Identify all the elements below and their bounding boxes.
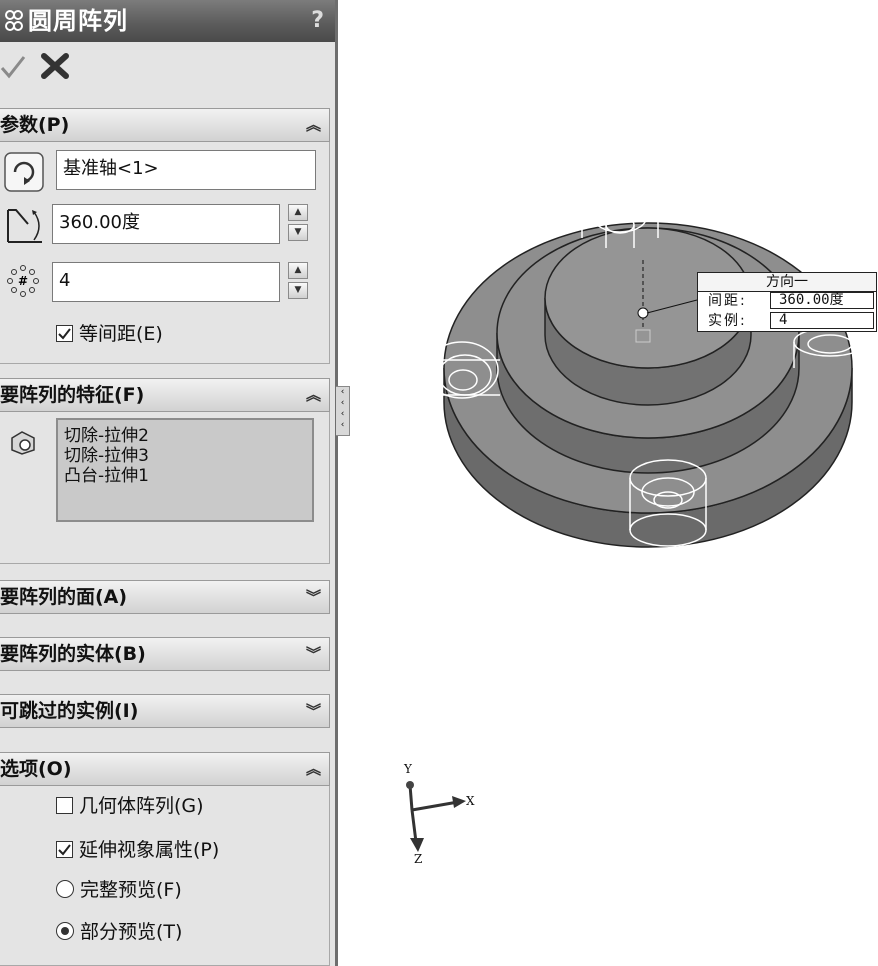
features-header[interactable]: 要阵列的特征(F) ︽ [0, 378, 330, 412]
expand-chevron-icon[interactable]: ︾ [306, 638, 321, 670]
collapse-chevron-icon[interactable]: ︽ [306, 109, 321, 141]
view-triad[interactable] [406, 781, 466, 852]
ok-cancel-bar [0, 44, 335, 94]
partial-preview-radio[interactable]: 部分预览(T) [56, 920, 182, 944]
rotate-axis-icon[interactable] [4, 152, 44, 192]
geometry-pattern-checkbox[interactable]: 几何体阵列(G) [56, 794, 204, 818]
list-item[interactable]: 切除-拉伸2 [64, 426, 312, 446]
callout-title: 方向一 [698, 273, 876, 292]
equal-spacing-box[interactable] [56, 325, 73, 342]
direction-callout[interactable]: 方向一 间距: 360.00度 实例: 4 [697, 272, 877, 332]
pattern-feature-icon [5, 10, 23, 31]
callout-spacing-row: 间距: 360.00度 [698, 292, 876, 311]
collapse-chevron-icon[interactable]: ︽ [306, 753, 321, 785]
callout-instances-row: 实例: 4 [698, 312, 876, 331]
parameters-body: 基准轴<1> 360.00度 ▲ ▼ # 4 ▲ ▼ 等间距(E) [0, 142, 330, 364]
title-bar: 圆周阵列 ? [0, 0, 335, 42]
skip-instances-header[interactable]: 可跳过的实例(I) ︾ [0, 694, 330, 728]
bodies-header[interactable]: 要阵列的实体(B) ︾ [0, 637, 330, 671]
expand-chevron-icon[interactable]: ︾ [306, 695, 321, 727]
options-header[interactable]: 选项(O) ︽ [0, 752, 330, 786]
page-title: 圆周阵列 [28, 7, 128, 35]
callout-spacing-value[interactable]: 360.00度 [770, 292, 874, 309]
faces-header[interactable]: 要阵列的面(A) ︾ [0, 580, 330, 614]
triad-x-label: X [466, 794, 475, 808]
list-item[interactable]: 切除-拉伸3 [64, 446, 312, 466]
graphics-viewport[interactable] [341, 0, 878, 966]
triad-z-label: Z [414, 852, 423, 866]
angle-icon [7, 209, 42, 243]
full-preview-radio[interactable]: 完整预览(F) [56, 878, 182, 902]
feature-list-icon [11, 431, 35, 455]
cancel-x-icon[interactable] [40, 52, 70, 80]
propagate-visual-checkbox[interactable]: 延伸视象属性(P) [56, 838, 219, 862]
instance-count-icon: # [7, 265, 39, 297]
parameters-header[interactable]: 参数(P) ︽ [0, 108, 330, 142]
count-spinner[interactable]: ▲ ▼ [288, 262, 310, 302]
ok-check-icon[interactable] [0, 54, 26, 80]
collapse-chevron-icon[interactable]: ︽ [306, 379, 321, 411]
callout-instances-value[interactable]: 4 [770, 312, 874, 329]
property-manager: 圆周阵列 ? 参数(P) ︽ 基准轴<1> 360.00度 ▲ ▼ # 4 ▲ … [0, 0, 338, 966]
expand-chevron-icon[interactable]: ︾ [306, 581, 321, 613]
svg-text:#: # [18, 274, 28, 288]
axis-field[interactable]: 基准轴<1> [56, 150, 316, 190]
angle-field[interactable]: 360.00度 [52, 204, 280, 244]
help-button[interactable]: ? [311, 0, 324, 42]
angle-spinner[interactable]: ▲ ▼ [288, 204, 310, 244]
options-body: 几何体阵列(G) 延伸视象属性(P) 完整预览(F) 部分预览(T) [0, 786, 330, 966]
list-item[interactable]: 凸台-拉伸1 [64, 466, 312, 486]
count-field[interactable]: 4 [52, 262, 280, 302]
features-list[interactable]: 切除-拉伸2 切除-拉伸3 凸台-拉伸1 [56, 418, 314, 522]
equal-spacing-checkbox[interactable]: 等间距(E) [56, 322, 163, 346]
triad-y-label: Y [404, 762, 412, 776]
